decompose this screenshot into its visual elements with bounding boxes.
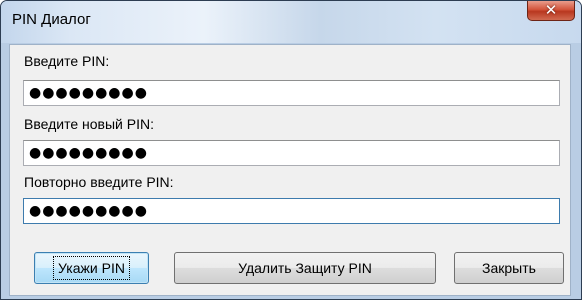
set-pin-button[interactable]: Укажи PIN: [34, 252, 149, 284]
set-pin-button-label: Укажи PIN: [53, 256, 130, 280]
new-pin-input[interactable]: [23, 140, 560, 166]
pin-input[interactable]: [23, 80, 560, 106]
pin-label: Введите PIN:: [24, 53, 110, 69]
repeat-pin-input[interactable]: [23, 198, 560, 224]
repeat-pin-label: Повторно введите PIN:: [24, 174, 174, 190]
remove-pin-protection-button[interactable]: Удалить Защиту PIN: [174, 252, 436, 284]
close-button[interactable]: Закрыть: [454, 252, 564, 284]
window-title: PIN Диалог: [12, 11, 91, 28]
remove-pin-protection-label: Удалить Защиту PIN: [238, 260, 372, 276]
title-bar: PIN Диалог ✕: [1, 1, 581, 43]
new-pin-label: Введите новый PIN:: [24, 116, 154, 132]
close-icon: ✕: [544, 2, 558, 19]
window-close-button[interactable]: ✕: [527, 1, 575, 21]
close-button-label: Закрыть: [482, 260, 536, 276]
